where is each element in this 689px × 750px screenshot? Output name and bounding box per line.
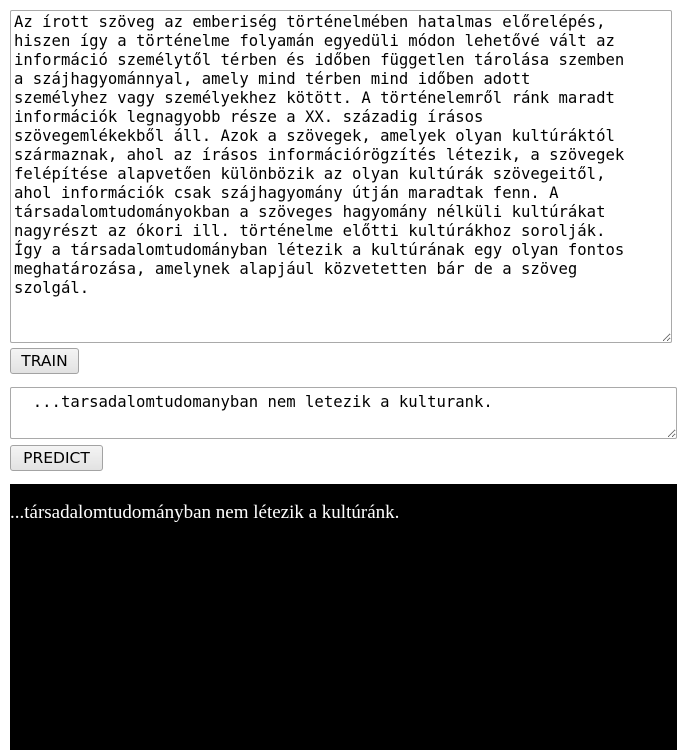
training-text-input[interactable]: Az írott szöveg az emberiség történelméb… (10, 10, 672, 343)
prediction-output-text: ...társadalomtudományban nem létezik a k… (10, 502, 400, 523)
predict-text-input[interactable]: ...tarsadalomtudomanyban nem letezik a k… (10, 387, 677, 439)
prediction-output-panel: ...társadalomtudományban nem létezik a k… (10, 484, 677, 750)
train-button[interactable]: TRAIN (10, 348, 79, 374)
predict-button[interactable]: PREDICT (10, 445, 103, 471)
